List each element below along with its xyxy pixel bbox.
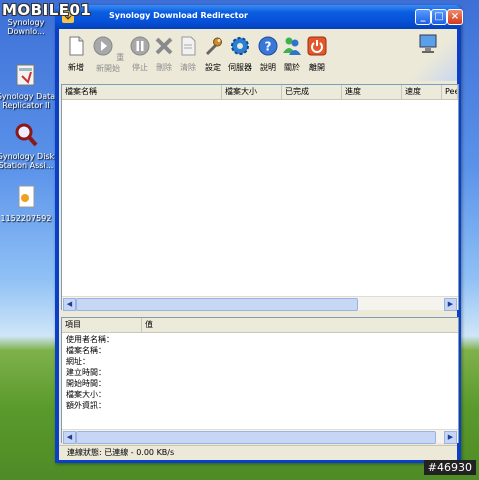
toolbar-label: 說明	[260, 63, 276, 72]
client-area: 新增 重新開始 停止 刪除 清除 設定 伺服器 ? 說明 關於 離開 檔案名稱 …	[59, 29, 459, 460]
pause-icon	[130, 36, 150, 56]
detail-row-username: 使用者名稱：	[66, 335, 114, 344]
status-bar: 連線狀態: 已連線 - 0.00 KB/s	[59, 445, 457, 460]
toolbar-label: 停止	[132, 63, 148, 72]
details-pane: 項目 值 使用者名稱： 檔案名稱： 網址： 建立時間： 開始時間： 檔案大小： …	[61, 317, 459, 444]
desktop-icon-disk-station-assistant[interactable]: Synology Disk Station Assi...	[0, 122, 56, 170]
new-file-icon	[69, 36, 84, 56]
column-header-speed[interactable]: 速度	[402, 85, 442, 99]
detail-row-filesize: 檔案大小：	[66, 390, 106, 399]
scroll-right-icon[interactable]: ▶	[444, 431, 457, 444]
maximize-button[interactable]: □	[431, 9, 447, 25]
toolbar-label: 離開	[309, 63, 325, 72]
detail-row-created: 建立時間：	[66, 368, 106, 377]
detail-row-url: 網址：	[66, 357, 90, 366]
detail-row-started: 開始時間：	[66, 379, 106, 388]
toolbar-button-stop[interactable]: 停止	[127, 35, 153, 73]
title-bar[interactable]: Synology Download Redirector _ □ ×	[55, 5, 463, 29]
delete-icon	[155, 37, 173, 55]
power-icon	[307, 36, 327, 56]
file-icon	[18, 185, 35, 208]
toolbar-button-new[interactable]: 新增	[63, 35, 89, 73]
minimize-button[interactable]: _	[415, 9, 431, 25]
magnifier-icon	[15, 123, 38, 147]
image-id-badge: #46930	[423, 460, 476, 475]
column-header-completed[interactable]: 已完成	[282, 85, 342, 99]
toolbar-button-help[interactable]: ? 說明	[255, 35, 281, 73]
desktop-icon-data-replicator[interactable]: Synology Data Replicator II	[0, 62, 56, 110]
replicator-icon	[16, 64, 35, 86]
toolbar-label: 設定	[205, 63, 221, 72]
toolbar-button-exit[interactable]: 離開	[304, 35, 330, 73]
toolbar-button-settings[interactable]: 設定	[200, 35, 226, 73]
details-header: 項目 值	[62, 318, 458, 333]
window-title: Synology Download Redirector	[109, 11, 248, 20]
toolbar-button-about[interactable]: 關於	[279, 35, 305, 73]
scroll-thumb[interactable]	[76, 431, 436, 444]
toolbar-button-clear[interactable]: 清除	[175, 35, 201, 73]
watermark: MOBILE01	[2, 1, 92, 19]
svg-text:?: ?	[265, 40, 272, 54]
detail-row-extra: 額外資訊：	[66, 401, 106, 410]
details-horizontal-scrollbar[interactable]: ◀ ▶	[62, 429, 458, 444]
download-list[interactable]: 檔案名稱 檔案大小 已完成 進度 速度 Peer ◀ ▶	[61, 84, 459, 311]
scroll-left-icon[interactable]: ◀	[63, 298, 76, 311]
desktop-icon-file[interactable]: 1152207592	[0, 184, 56, 223]
column-header-peer[interactable]: Peer	[442, 85, 458, 99]
detail-row-filename: 檔案名稱：	[66, 346, 106, 355]
toolbar-button-restart[interactable]: 重新開始	[91, 35, 125, 74]
app-window: Synology Download Redirector _ □ × 新增 重新…	[55, 5, 463, 463]
play-icon	[93, 36, 113, 56]
close-button[interactable]: ×	[447, 9, 463, 25]
clear-icon	[181, 36, 196, 56]
toolbar-label: 關於	[284, 63, 300, 72]
desktop-icon-label: Synology Data Replicator II	[0, 92, 56, 110]
desktop-icon-synology-download[interactable]: Synology Downlo...	[0, 18, 56, 36]
column-header-progress[interactable]: 進度	[342, 85, 402, 99]
column-header-item[interactable]: 項目	[62, 318, 142, 332]
scroll-thumb[interactable]	[76, 298, 358, 311]
scroll-left-icon[interactable]: ◀	[63, 431, 76, 444]
toolbar-button-server[interactable]: 伺服器	[225, 35, 255, 73]
toolbar-label: 新增	[68, 63, 84, 72]
users-icon	[283, 37, 301, 55]
toolbar-label: 刪除	[156, 63, 172, 72]
toolbar-corner-graphic	[397, 29, 457, 81]
column-header-value[interactable]: 值	[142, 318, 458, 332]
scroll-right-icon[interactable]: ▶	[444, 298, 457, 311]
list-header: 檔案名稱 檔案大小 已完成 進度 速度 Peer	[62, 85, 458, 100]
desktop-icon-label: 1152207592	[0, 214, 52, 223]
wrench-icon	[205, 37, 222, 56]
gear-icon	[231, 37, 249, 55]
desktop-icon-label: Synology Downlo...	[7, 18, 45, 36]
toolbar: 新增 重新開始 停止 刪除 清除 設定 伺服器 ? 說明 關於 離開	[59, 29, 457, 81]
toolbar-button-delete[interactable]: 刪除	[151, 35, 177, 73]
help-icon: ?	[258, 36, 278, 56]
list-horizontal-scrollbar[interactable]: ◀ ▶	[62, 296, 458, 311]
connection-status: 連線狀態: 已連線 - 0.00 KB/s	[67, 448, 175, 457]
desktop-icon-label: Synology Disk Station Assi...	[0, 152, 55, 170]
column-header-filename[interactable]: 檔案名稱	[62, 85, 222, 99]
toolbar-label: 清除	[180, 63, 196, 72]
toolbar-label: 伺服器	[228, 63, 252, 72]
computer-icon	[419, 34, 437, 53]
column-header-size[interactable]: 檔案大小	[222, 85, 282, 99]
